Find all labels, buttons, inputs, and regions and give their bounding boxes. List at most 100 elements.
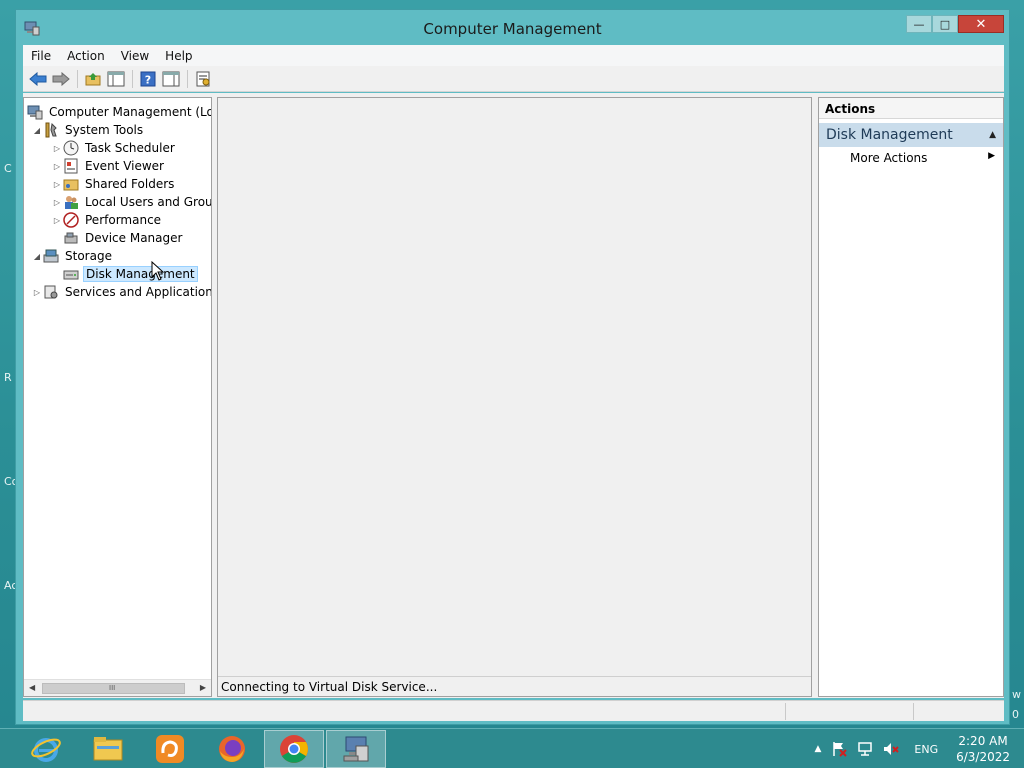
console-tree: Computer Management (Local ◢ System Tool… — [23, 97, 212, 697]
computer-management-icon — [27, 105, 43, 120]
actions-header: Actions — [819, 98, 1003, 119]
tree-item-system-tools[interactable]: ◢ System Tools — [31, 121, 145, 139]
tree-item-label: System Tools — [65, 123, 144, 137]
action-center-flag-icon[interactable] — [831, 741, 848, 757]
shared-folder-icon — [63, 179, 79, 191]
uc-browser-icon — [156, 735, 184, 763]
tree-item-storage[interactable]: ◢ Storage — [31, 247, 114, 265]
scroll-right-arrow-icon[interactable]: ▶ — [200, 683, 206, 692]
computer-management-icon — [343, 736, 369, 762]
volume-muted-icon[interactable] — [883, 741, 900, 757]
menu-bar: File Action View Help — [23, 45, 1004, 66]
status-bar-divider — [785, 703, 786, 720]
event-viewer-icon — [64, 158, 78, 174]
folder-up-icon — [85, 72, 101, 85]
console-tree-icon — [107, 71, 125, 86]
performance-icon — [63, 212, 79, 228]
menu-file[interactable]: File — [23, 49, 59, 63]
scroll-left-arrow-icon[interactable]: ◀ — [29, 683, 35, 692]
svg-text:?: ? — [145, 73, 151, 86]
menu-help[interactable]: Help — [157, 49, 200, 63]
tree-item-shared-folders[interactable]: ▷ Shared Folders — [51, 175, 176, 193]
expand-arrow-icon[interactable]: ▷ — [51, 198, 63, 207]
show-hidden-icons-arrow-icon[interactable]: ▲ — [814, 744, 821, 754]
desktop-peek-text: C — [4, 162, 12, 175]
tree-item-task-scheduler[interactable]: ▷ Task Scheduler — [51, 139, 177, 157]
maximize-button[interactable]: □ — [932, 15, 958, 33]
tree-item-label: Device Manager — [85, 231, 183, 245]
taskbar-file-explorer[interactable] — [78, 730, 138, 768]
properties-icon — [196, 71, 210, 86]
expand-arrow-icon[interactable]: ▷ — [51, 162, 63, 171]
taskbar-computer-management[interactable] — [326, 730, 386, 768]
network-icon[interactable] — [857, 741, 873, 757]
services-icon — [44, 285, 58, 299]
tree-item-local-users-groups[interactable]: ▷ Local Users and Groups — [51, 193, 211, 211]
expand-arrow-icon[interactable]: ▷ — [51, 180, 63, 189]
disk-management-icon — [63, 270, 79, 280]
actions-section-title: Disk Management — [826, 127, 953, 143]
collapse-triangle-icon[interactable]: ▲ — [989, 130, 996, 140]
properties-button[interactable] — [192, 69, 214, 89]
tree-item-performance[interactable]: ▷ Performance — [51, 211, 163, 229]
up-one-level-button[interactable] — [82, 69, 104, 89]
tree-item-disk-management[interactable]: Disk Management — [63, 265, 198, 283]
system-tray: ▲ ENG 2:20 AM 6/3/2022 — [809, 729, 1024, 768]
computer-management-window: Computer Management — □ ✕ File Action Vi… — [15, 9, 1010, 725]
system-tools-icon — [45, 122, 57, 138]
tree-item-event-viewer[interactable]: ▷ Event Viewer — [51, 157, 166, 175]
users-icon — [65, 196, 78, 209]
forward-button[interactable] — [50, 69, 72, 89]
help-button[interactable]: ? — [137, 69, 159, 89]
desktop-peek-text: R — [4, 371, 12, 384]
minimize-button[interactable]: — — [906, 15, 932, 33]
tree-item-label: Disk Management — [83, 266, 198, 282]
forward-arrow-icon — [52, 71, 70, 86]
tree-item-computer-management[interactable]: Computer Management (Local — [27, 103, 212, 121]
taskbar-internet-explorer[interactable] — [16, 730, 76, 768]
status-bar — [23, 700, 1004, 721]
tree-item-label: Computer Management (Local — [49, 105, 212, 119]
close-button[interactable]: ✕ — [958, 15, 1004, 33]
help-icon: ? — [140, 71, 156, 86]
scrollbar-thumb[interactable]: III — [42, 683, 185, 694]
expand-arrow-icon[interactable]: ▷ — [51, 144, 63, 153]
status-bar-divider — [913, 703, 914, 720]
actions-pane: Actions Disk Management ▲ More Actions ▶ — [818, 97, 1004, 697]
clock-date: 6/3/2022 — [956, 750, 1010, 764]
client-area: Computer Management (Local ◢ System Tool… — [23, 93, 1004, 698]
more-actions-label: More Actions — [850, 151, 928, 165]
toolbar: ? — [23, 66, 1004, 92]
title-bar[interactable]: Computer Management — □ ✕ — [16, 10, 1009, 44]
actions-section-disk-management[interactable]: Disk Management ▲ — [819, 123, 1003, 147]
tree-item-services-applications[interactable]: ▷ Services and Applications — [31, 283, 211, 301]
clock[interactable]: 2:20 AM 6/3/2022 — [956, 733, 1010, 765]
back-arrow-icon — [29, 71, 47, 86]
menu-action[interactable]: Action — [59, 49, 113, 63]
center-status-text: Connecting to Virtual Disk Service... — [218, 676, 811, 696]
window-title: Computer Management — [423, 20, 602, 38]
taskbar: ▲ ENG 2:20 AM 6/3/2022 — [0, 728, 1024, 768]
toolbar-divider — [77, 69, 78, 88]
clock-time: 2:20 AM — [958, 734, 1008, 748]
scrollbar-grip: III — [109, 684, 116, 692]
taskbar-chrome[interactable] — [264, 730, 324, 768]
submenu-arrow-icon: ▶ — [988, 151, 995, 161]
tree-item-label: Task Scheduler — [85, 141, 175, 155]
internet-explorer-icon — [31, 738, 61, 762]
tree-item-device-manager[interactable]: Device Manager — [63, 229, 184, 247]
taskbar-firefox[interactable] — [202, 730, 262, 768]
show-hide-action-pane-button[interactable] — [160, 69, 182, 89]
more-actions-item[interactable]: More Actions ▶ — [819, 147, 1003, 169]
taskbar-uc-browser[interactable] — [140, 730, 200, 768]
back-button[interactable] — [27, 69, 49, 89]
menu-view[interactable]: View — [113, 49, 157, 63]
tree-horizontal-scrollbar[interactable]: ◀ III ▶ — [24, 679, 211, 696]
collapse-arrow-icon[interactable]: ◢ — [31, 252, 43, 261]
language-indicator[interactable]: ENG — [914, 743, 938, 756]
expand-arrow-icon[interactable]: ▷ — [31, 288, 43, 297]
collapse-arrow-icon[interactable]: ◢ — [31, 126, 43, 135]
show-hide-console-tree-button[interactable] — [105, 69, 127, 89]
folder-icon — [93, 737, 123, 761]
expand-arrow-icon[interactable]: ▷ — [51, 216, 63, 225]
